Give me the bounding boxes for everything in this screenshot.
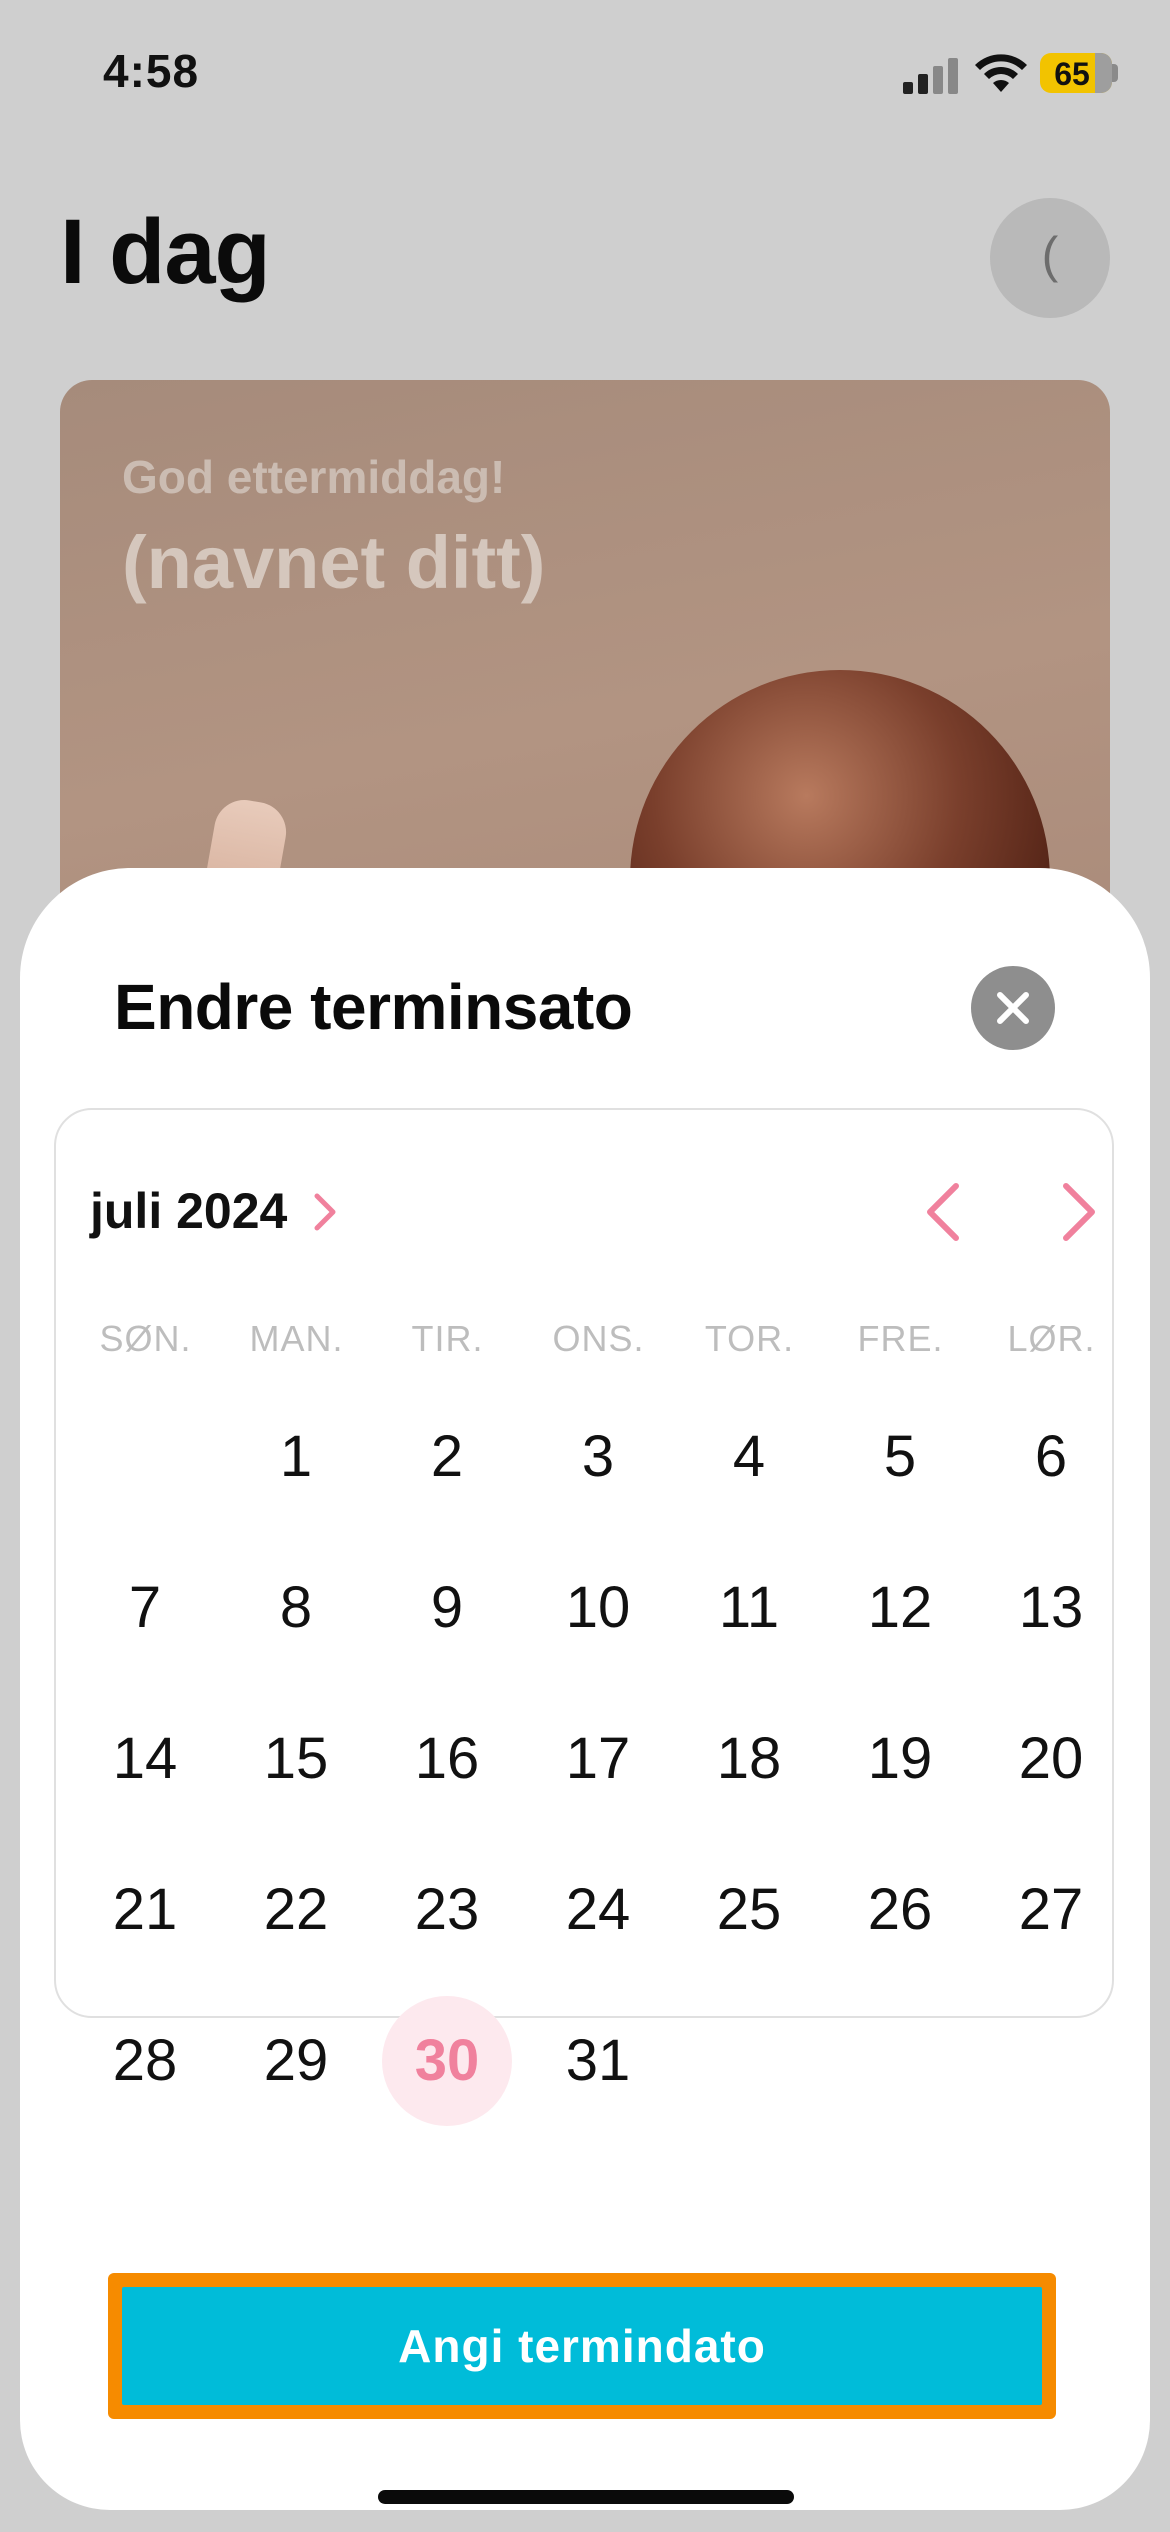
calendar-day[interactable]: 17 (533, 1694, 663, 1824)
cta-highlight: Angi termindato (108, 2273, 1056, 2419)
calendar-day[interactable]: 19 (835, 1694, 965, 1824)
status-bar: 4:58 65 (0, 0, 1170, 150)
page-title: I dag (60, 201, 271, 303)
profile-glyph: ( (1041, 227, 1059, 283)
previous-month-button[interactable] (914, 1178, 974, 1246)
calendar-day[interactable]: 29 (231, 1996, 361, 2126)
calendar-day[interactable]: 14 (80, 1694, 210, 1824)
battery-cap (1112, 64, 1118, 82)
close-icon (997, 992, 1029, 1024)
calendar-day[interactable]: 18 (684, 1694, 814, 1824)
cellular-signal-icon (903, 56, 959, 94)
calendar-day[interactable]: 26 (835, 1845, 965, 1975)
wifi-icon (975, 54, 1027, 92)
calendar: juli 2024 SØN. MAN. TIR. ONS. TOR. FRE. LØR. 1… (54, 1108, 1116, 2126)
status-time: 4:58 (103, 45, 200, 97)
due-date-sheet: Endre terminsato juli 2024 SØN. MAN. TIR. O… (20, 868, 1150, 2510)
calendar-day[interactable]: 13 (986, 1543, 1116, 1673)
set-due-date-button[interactable]: Angi termindato (122, 2287, 1042, 2405)
calendar-day[interactable]: 24 (533, 1845, 663, 1975)
calendar-day[interactable]: 16 (382, 1694, 512, 1824)
weekday-label: ONS. (552, 1318, 645, 1359)
home-indicator (378, 2490, 794, 2504)
month-label[interactable]: juli 2024 (90, 1182, 287, 1240)
calendar-day[interactable]: 31 (533, 1996, 663, 2126)
calendar-day[interactable]: 12 (835, 1543, 965, 1673)
next-month-button[interactable] (1048, 1178, 1108, 1246)
profile-button[interactable]: ( (990, 198, 1110, 318)
calendar-day[interactable]: 22 (231, 1845, 361, 1975)
calendar-day[interactable]: 11 (684, 1543, 814, 1673)
hero-greeting: God ettermiddag! (122, 451, 506, 503)
close-button[interactable] (971, 966, 1055, 1050)
calendar-day[interactable]: 2 (382, 1392, 512, 1522)
calendar-day[interactable]: 3 (533, 1392, 663, 1522)
battery-empty-segment (1095, 53, 1112, 93)
calendar-day[interactable]: 21 (80, 1845, 210, 1975)
calendar-day[interactable]: 27 (986, 1845, 1116, 1975)
calendar-day[interactable]: 23 (382, 1845, 512, 1975)
calendar-day[interactable]: 1 (231, 1392, 361, 1522)
sheet-title: Endre terminsato (114, 971, 633, 1043)
calendar-day[interactable]: 7 (80, 1543, 210, 1673)
calendar-day[interactable]: 6 (986, 1392, 1116, 1522)
weekday-label: SØN. (99, 1318, 192, 1359)
hero-name: (navnet ditt) (122, 521, 546, 604)
chevron-right-icon[interactable] (308, 1190, 342, 1234)
calendar-day[interactable]: 10 (533, 1543, 663, 1673)
calendar-day[interactable]: 25 (684, 1845, 814, 1975)
weekday-label: MAN. (249, 1318, 344, 1359)
calendar-day[interactable]: 9 (382, 1543, 512, 1673)
calendar-day[interactable]: 28 (80, 1996, 210, 2126)
calendar-day[interactable]: 8 (231, 1543, 361, 1673)
calendar-day[interactable]: 20 (986, 1694, 1116, 1824)
weekday-label: TOR. (704, 1318, 795, 1359)
calendar-day[interactable]: 4 (684, 1392, 814, 1522)
weekday-label: LØR. (1007, 1318, 1096, 1359)
calendar-day[interactable]: 15 (231, 1694, 361, 1824)
weekday-label: FRE. (857, 1318, 944, 1359)
calendar-day-selected[interactable]: 30 (382, 1996, 512, 2126)
weekday-label: TIR. (411, 1318, 484, 1359)
calendar-day[interactable]: 5 (835, 1392, 965, 1522)
